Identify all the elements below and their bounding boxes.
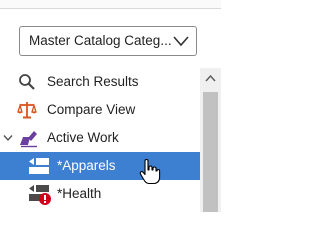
tree-item-active-work[interactable]: Active Work — [0, 124, 200, 152]
scale-icon — [17, 102, 37, 119]
tree-item-label: *Health — [57, 186, 102, 201]
edit-folder-icon — [20, 131, 37, 148]
search-icon — [19, 74, 35, 90]
tree-item-compare-view[interactable]: Compare View — [0, 96, 200, 124]
tree-item-label: Compare View — [47, 102, 136, 117]
scrollbar-thumb[interactable] — [203, 92, 218, 212]
catalog-selector-dropdown[interactable]: Master Catalog Categ... — [19, 26, 197, 56]
tree-item-search-results[interactable]: Search Results — [0, 68, 200, 96]
navigation-panel: Master Catalog Categ... Search Results C… — [0, 0, 221, 212]
chevron-up-icon[interactable] — [200, 72, 221, 86]
chevron-down-icon — [173, 36, 189, 47]
navigation-tree: Search Results Compare View Active Work … — [0, 68, 200, 212]
vertical-scrollbar[interactable] — [200, 68, 221, 212]
tree-item-label: Active Work — [47, 130, 119, 145]
workspace-icon — [29, 158, 49, 174]
chevron-down-icon[interactable] — [3, 134, 13, 142]
tree-item-label: *Apparels — [57, 158, 116, 173]
workspace-error-icon — [29, 185, 51, 205]
tree-item-apparels[interactable]: *Apparels — [0, 152, 200, 180]
panel-header-strip — [0, 0, 221, 9]
catalog-selector-value: Master Catalog Categ... — [29, 33, 171, 48]
tree-item-health[interactable]: *Health — [0, 180, 200, 208]
hand-pointer-cursor-icon — [139, 159, 161, 185]
tree-item-label: Search Results — [47, 74, 139, 89]
